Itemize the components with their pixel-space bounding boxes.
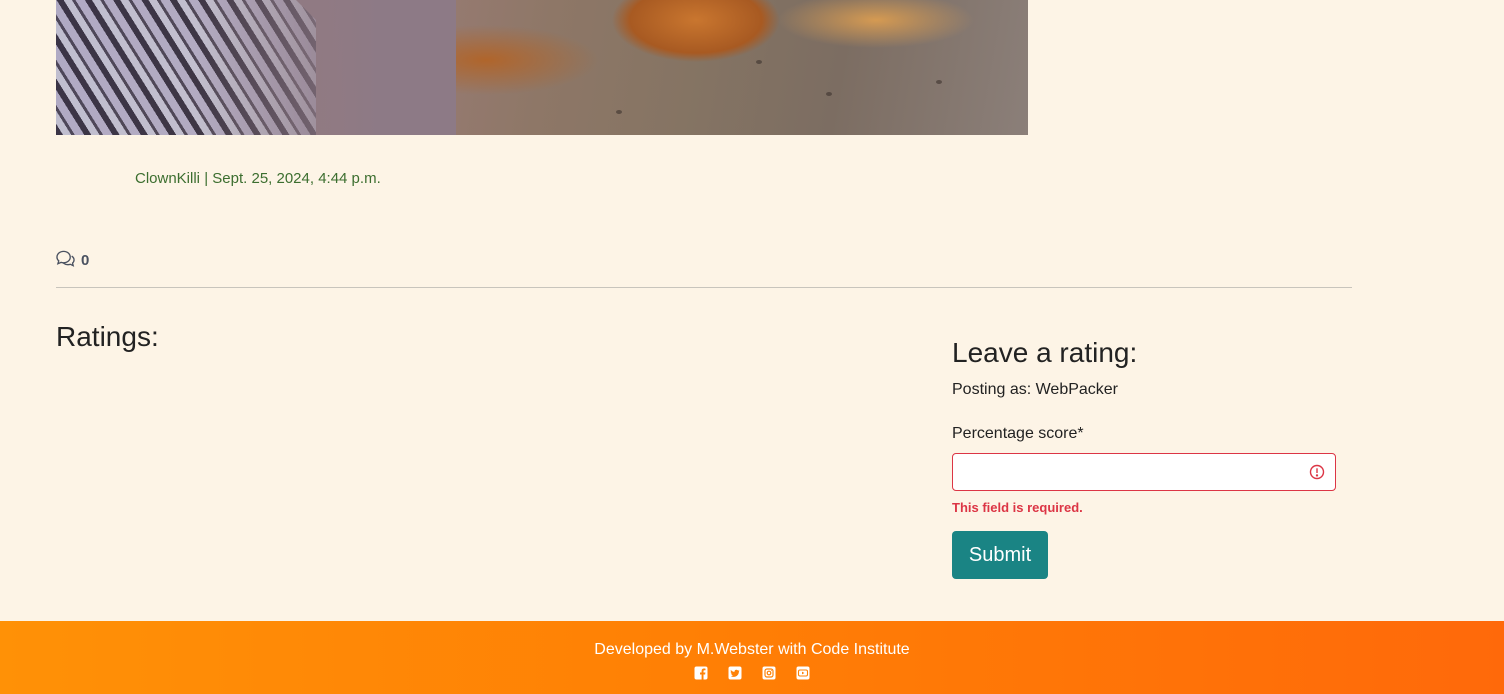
meta-separator: | bbox=[204, 170, 209, 187]
percentage-score-wrapper bbox=[952, 453, 1336, 491]
footer: Developed by M.Webster with Code Institu… bbox=[0, 621, 1504, 694]
percentage-score-label: Percentage score* bbox=[952, 425, 1084, 442]
social-links bbox=[0, 665, 1504, 681]
posting-as-text: Posting as: WebPacker bbox=[952, 381, 1119, 398]
post-image bbox=[56, 0, 1028, 135]
percentage-score-input[interactable] bbox=[952, 453, 1336, 491]
youtube-icon[interactable] bbox=[795, 665, 811, 681]
twitter-icon[interactable] bbox=[727, 665, 743, 681]
ratings-heading: Ratings: bbox=[56, 321, 159, 352]
section-divider bbox=[56, 287, 1352, 288]
field-error-message: This field is required. bbox=[952, 500, 1083, 515]
facebook-icon[interactable] bbox=[693, 665, 709, 681]
post-author: ClownKilli bbox=[135, 170, 201, 187]
post-meta: ClownKilli | Sept. 25, 2024, 4:44 p.m. bbox=[135, 170, 381, 187]
comment-count-value: 0 bbox=[81, 252, 90, 269]
comments-icon bbox=[55, 249, 76, 272]
rating-form: Leave a rating: Posting as: WebPacker Pe… bbox=[952, 337, 1336, 579]
error-icon bbox=[1309, 464, 1325, 480]
comment-count: 0 bbox=[55, 249, 89, 272]
footer-credit: Developed by M.Webster with Code Institu… bbox=[594, 641, 910, 658]
post-date: Sept. 25, 2024, 4:44 p.m. bbox=[212, 170, 381, 187]
submit-button[interactable]: Submit bbox=[952, 531, 1048, 579]
rating-form-title: Leave a rating: bbox=[952, 337, 1138, 368]
instagram-icon[interactable] bbox=[761, 665, 777, 681]
